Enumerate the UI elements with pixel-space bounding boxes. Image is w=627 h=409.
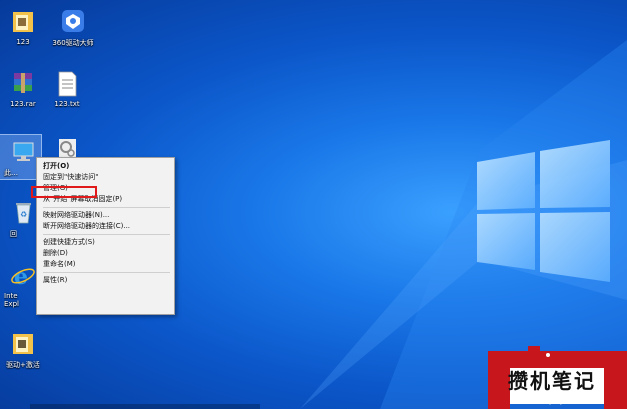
desktop-icon-txt-123[interactable]: 123.txt bbox=[40, 70, 94, 108]
desktop-icon-label: 驱动+激活 bbox=[6, 361, 40, 369]
menu-item-properties[interactable]: 属性(R) bbox=[37, 275, 174, 286]
menu-item-open[interactable]: 打开(O) bbox=[37, 161, 174, 172]
taskbar-edge bbox=[30, 404, 260, 409]
shield-app-icon bbox=[60, 8, 86, 36]
manage-highlight-annotation bbox=[31, 186, 97, 198]
desktop-icon-label: 123 bbox=[16, 38, 30, 46]
menu-item-map-network-drive[interactable]: 映射网络驱动器(N)... bbox=[37, 210, 174, 221]
internet-explorer-icon: e bbox=[10, 262, 36, 290]
winrar-archive-icon bbox=[10, 70, 36, 98]
context-menu: 打开(O) 固定到"快速访问" 管理(G) 从"开始"屏幕取消固定(P) 映射网… bbox=[36, 157, 175, 315]
recycle-bin-icon: ♻ bbox=[10, 199, 36, 227]
desktop-icon-folder-123[interactable]: 123 bbox=[0, 8, 50, 46]
menu-item-create-shortcut[interactable]: 创建快捷方式(S) bbox=[37, 237, 174, 248]
menu-item-rename[interactable]: 重命名(M) bbox=[37, 259, 174, 270]
svg-text:♻: ♻ bbox=[20, 210, 27, 219]
text-file-icon bbox=[54, 70, 80, 98]
menu-separator bbox=[43, 272, 170, 273]
desktop-icon-label: Inte Expl bbox=[4, 292, 19, 308]
folder-icon bbox=[10, 8, 36, 36]
menu-separator bbox=[43, 207, 170, 208]
desktop-icon-label: 123.txt bbox=[54, 100, 80, 108]
desktop-icon-activate[interactable]: 驱动+激活 bbox=[0, 330, 50, 370]
svg-text:e: e bbox=[14, 264, 28, 290]
desktop-icon-360-driver-master[interactable]: 360驱动大师 bbox=[46, 8, 100, 48]
menu-item-disconnect-network-drive[interactable]: 断开网络驱动器的连接(C)... bbox=[37, 221, 174, 232]
menu-item-pin-quick-access[interactable]: 固定到"快速访问" bbox=[37, 172, 174, 183]
menu-item-delete[interactable]: 删除(D) bbox=[37, 248, 174, 259]
desktop-icon-label: 360驱动大师 bbox=[52, 39, 94, 47]
watermark-title: 攒机笔记 bbox=[508, 369, 596, 393]
menu-separator bbox=[43, 234, 170, 235]
watermark-url: www.cuanjibiji.com bbox=[515, 398, 582, 405]
folder-icon bbox=[10, 330, 36, 358]
computer-icon bbox=[10, 138, 36, 166]
